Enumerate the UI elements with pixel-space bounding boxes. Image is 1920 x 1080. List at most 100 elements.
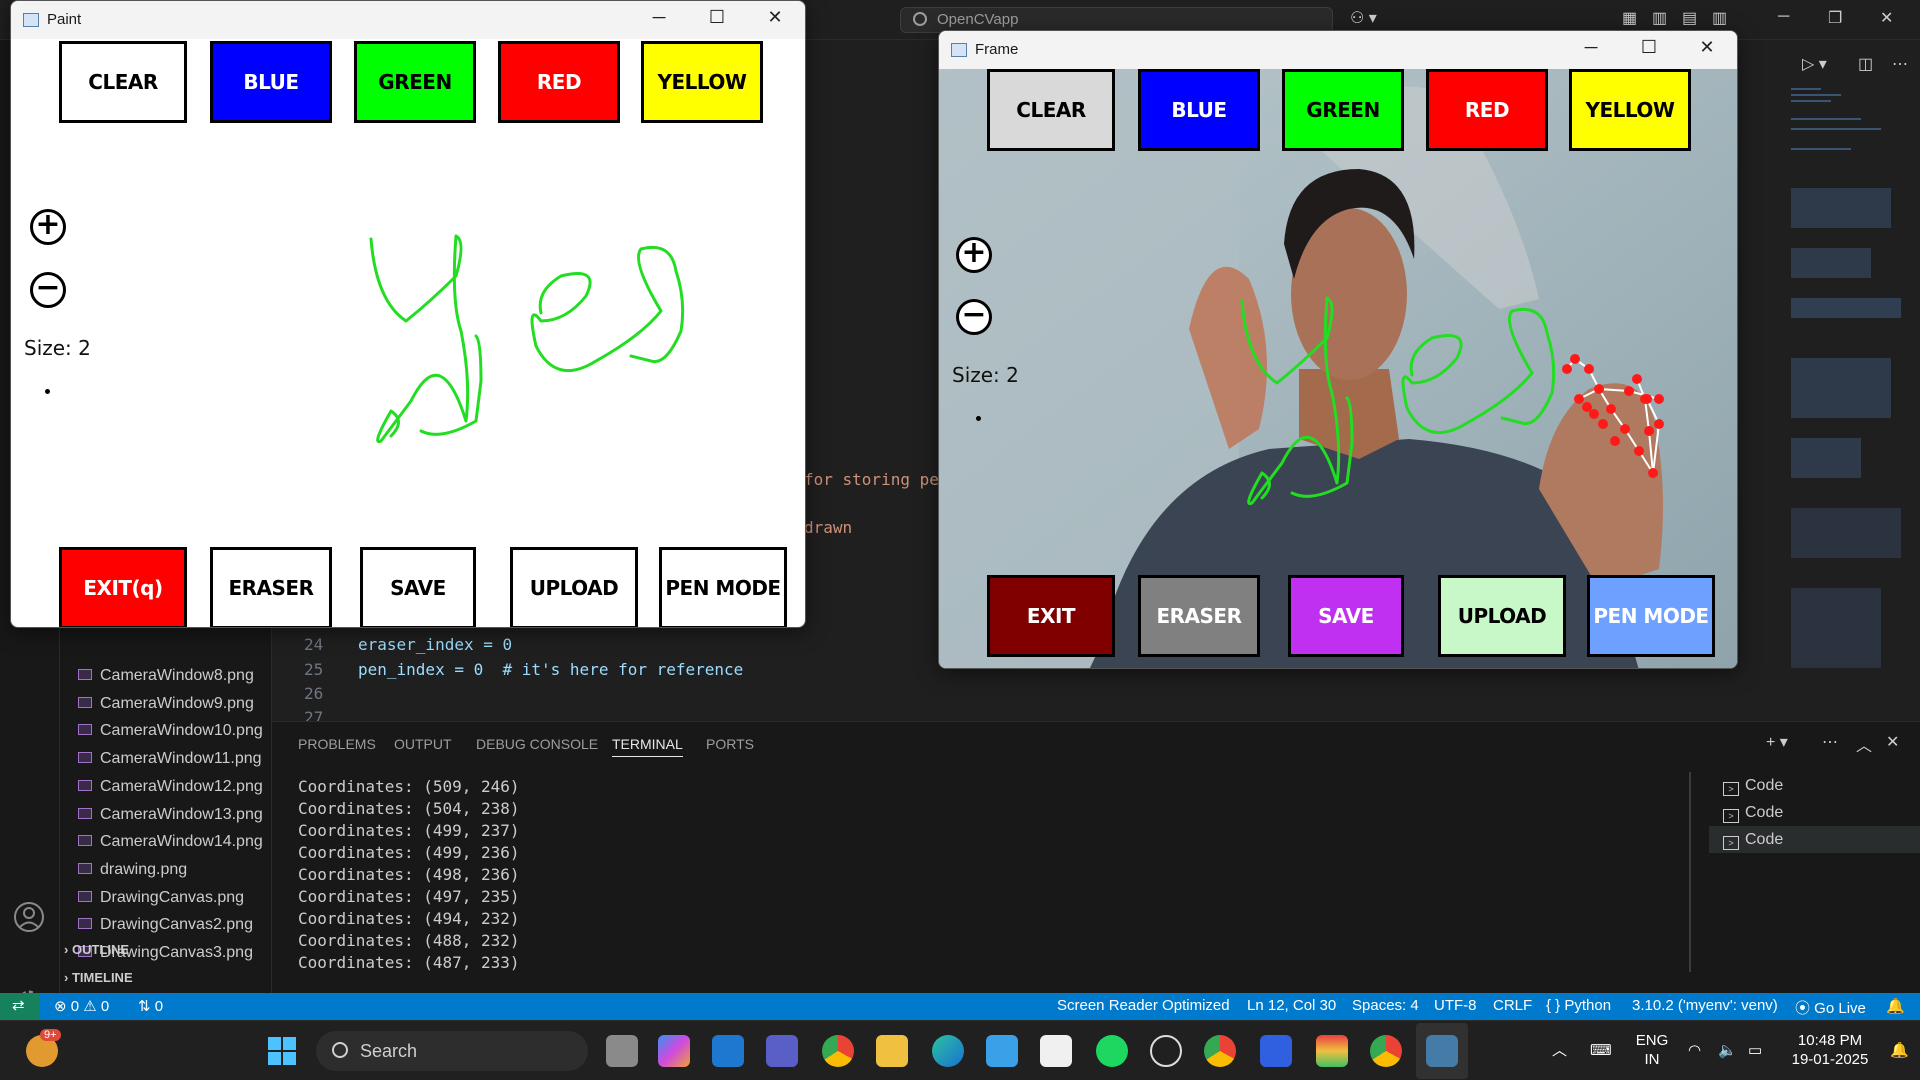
tray-overflow-icon[interactable]: ︿ — [1552, 1041, 1567, 1060]
encoding-status[interactable]: UTF-8 — [1434, 997, 1477, 1014]
tab-ports[interactable]: PORTS — [706, 736, 754, 752]
file-name: CameraWindow9.png — [100, 694, 254, 712]
tab-terminal[interactable]: TERMINAL — [612, 736, 683, 757]
language-status[interactable]: { } Python — [1546, 997, 1611, 1014]
close-panel-icon[interactable]: ✕ — [1886, 732, 1899, 752]
indentation-status[interactable]: Spaces: 4 — [1352, 997, 1419, 1014]
eol-status[interactable]: CRLF — [1493, 997, 1532, 1014]
toggle-sidebar-icon[interactable]: ▥ — [1652, 8, 1667, 28]
volume-icon[interactable]: 🔈 — [1718, 1041, 1737, 1060]
file-item[interactable]: DrawingCanvas2.png — [78, 916, 253, 938]
pen-mode-button[interactable]: PEN MODE — [659, 547, 787, 627]
decrease-size-button[interactable]: − — [956, 299, 992, 335]
outline-section[interactable]: › OUTLINE — [64, 942, 129, 964]
vscode-app-icon[interactable] — [712, 1035, 744, 1067]
spotify-icon[interactable] — [1096, 1035, 1128, 1067]
split-editor-icon[interactable]: ◫ — [1858, 54, 1873, 74]
eraser-button[interactable]: ERASER — [1138, 575, 1260, 657]
accounts-icon[interactable] — [12, 900, 46, 934]
toggle-secondary-sidebar-icon[interactable]: ▥ — [1712, 8, 1727, 28]
tab-output[interactable]: OUTPUT — [394, 736, 452, 752]
image-file-icon — [78, 835, 92, 847]
file-item[interactable]: CameraWindow14.png — [78, 833, 263, 855]
interpreter-status[interactable]: 3.10.2 ('myenv': venv) — [1632, 997, 1778, 1014]
minimize-icon[interactable]: ─ — [1778, 8, 1789, 26]
file-item[interactable]: drawing.png — [78, 861, 187, 883]
exit-button[interactable]: EXIT — [987, 575, 1115, 657]
terminal-instance[interactable]: > Code — [1709, 826, 1920, 853]
bluestacks-icon[interactable] — [1316, 1035, 1348, 1067]
problems-status[interactable]: ⊗ 0 ⚠ 0 — [54, 997, 109, 1015]
more-icon[interactable]: ⋯ — [1822, 732, 1838, 752]
chrome-profile-icon[interactable] — [1204, 1035, 1236, 1067]
chrome-icon[interactable] — [1370, 1035, 1402, 1067]
new-terminal-icon[interactable]: + ▾ — [1766, 732, 1788, 752]
timeline-section[interactable]: › TIMELINE — [64, 970, 133, 992]
screen-reader-status[interactable]: Screen Reader Optimized — [1057, 997, 1230, 1014]
tab-problems[interactable]: PROBLEMS — [298, 736, 376, 752]
language-indicator[interactable]: ENG IN — [1632, 1031, 1672, 1069]
layout-icon[interactable]: ▦ — [1622, 8, 1637, 28]
blue-button[interactable]: BLUE — [1138, 69, 1260, 151]
chrome-icon[interactable] — [822, 1035, 854, 1067]
exit-q-button[interactable]: EXIT(q) — [59, 547, 187, 627]
file-item[interactable]: CameraWindow11.png — [78, 750, 262, 772]
terminal-line: Coordinates: (494, 232) — [298, 909, 520, 928]
green-button[interactable]: GREEN — [1282, 69, 1404, 151]
chatgpt-icon[interactable] — [1150, 1035, 1182, 1067]
terminal-instance-label: Code — [1745, 777, 1784, 794]
file-item[interactable]: CameraWindow10.png — [78, 722, 263, 744]
run-icon[interactable]: ▷ ▾ — [1802, 54, 1827, 74]
file-item[interactable]: CameraWindow9.png — [78, 695, 254, 717]
red-button[interactable]: RED — [1426, 69, 1548, 151]
notepad-icon[interactable] — [986, 1035, 1018, 1067]
file-item[interactable]: DrawingCanvas.png — [78, 889, 244, 911]
maximize-panel-icon[interactable]: ︿ — [1856, 732, 1872, 756]
task-view-icon[interactable] — [606, 1035, 638, 1067]
wifi-icon[interactable]: ◠ — [1688, 1041, 1701, 1060]
save-button[interactable]: SAVE — [1288, 575, 1404, 657]
panel-divider[interactable] — [1689, 772, 1691, 972]
more-actions-icon[interactable]: ⋯ — [1892, 54, 1908, 74]
battery-icon[interactable]: ▭ — [1748, 1041, 1762, 1060]
copilot-app-icon[interactable] — [658, 1035, 690, 1067]
notification-center-icon[interactable]: 🔔 — [1890, 1041, 1909, 1060]
upload-button[interactable]: UPLOAD — [1438, 575, 1566, 657]
maximize-icon[interactable]: ☐ — [1637, 37, 1661, 58]
ports-status[interactable]: ⇅ 0 — [138, 997, 163, 1015]
file-explorer-icon[interactable] — [876, 1035, 908, 1067]
terminal-instance[interactable]: > Code — [1709, 799, 1920, 826]
close-icon[interactable]: ✕ — [1880, 8, 1893, 28]
pen-mode-button[interactable]: PEN MODE — [1587, 575, 1715, 657]
clock[interactable]: 10:48 PM 19-01-2025 — [1780, 1031, 1880, 1069]
remote-indicator[interactable]: ⇄ — [0, 993, 40, 1020]
taskbar-search[interactable]: Search — [316, 1031, 588, 1071]
restore-icon[interactable]: ❐ — [1828, 8, 1842, 28]
file-item[interactable]: CameraWindow12.png — [78, 778, 263, 800]
minimize-icon[interactable]: ─ — [1579, 37, 1603, 58]
terminal-instance[interactable]: > Code — [1709, 772, 1920, 799]
yellow-button[interactable]: YELLOW — [1569, 69, 1691, 151]
file-item[interactable]: CameraWindow13.png — [78, 806, 263, 828]
clear-button[interactable]: CLEAR — [987, 69, 1115, 151]
file-item[interactable]: CameraWindow8.png — [78, 667, 254, 689]
start-icon[interactable] — [266, 1035, 298, 1067]
drawing-canvas[interactable] — [11, 1, 806, 628]
teams-icon[interactable] — [766, 1035, 798, 1067]
close-icon[interactable]: ✕ — [1695, 37, 1719, 58]
keyboard-icon[interactable]: ⌨ — [1590, 1041, 1612, 1060]
save-button[interactable]: SAVE — [360, 547, 476, 627]
cursor-position[interactable]: Ln 12, Col 30 — [1247, 997, 1336, 1014]
upload-button[interactable]: UPLOAD — [510, 547, 638, 627]
app-icon[interactable] — [1260, 1035, 1292, 1067]
tab-debug-console[interactable]: DEBUG CONSOLE — [476, 736, 598, 752]
increase-size-button[interactable]: + — [956, 237, 992, 273]
toggle-panel-icon[interactable]: ▤ — [1682, 8, 1697, 28]
edge-icon[interactable] — [932, 1035, 964, 1067]
minimap[interactable] — [1786, 88, 1906, 718]
notifications-icon[interactable]: 🔔 — [1886, 997, 1905, 1015]
copilot-icon[interactable]: ⚇ ▾ — [1350, 8, 1377, 28]
eraser-button[interactable]: ERASER — [210, 547, 332, 627]
go-live-button[interactable]: ⦿ Go Live — [1795, 997, 1866, 1018]
store-icon[interactable] — [1040, 1035, 1072, 1067]
